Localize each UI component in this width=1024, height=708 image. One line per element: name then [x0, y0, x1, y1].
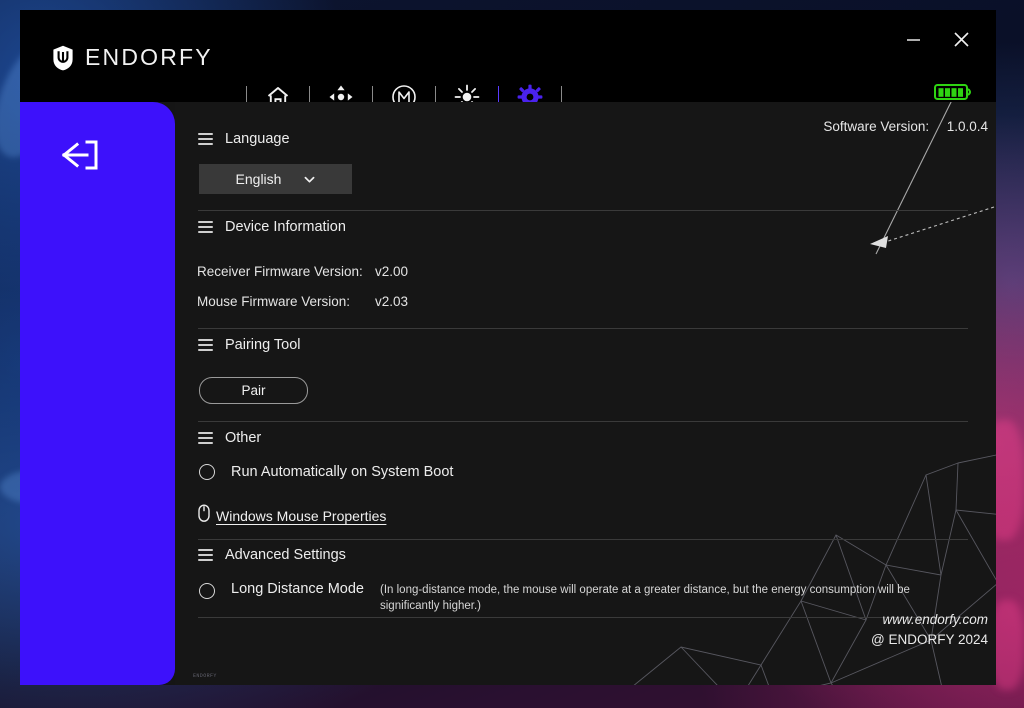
software-version-label: Software Version: — [823, 119, 930, 134]
section-title: Pairing Tool — [225, 337, 301, 353]
minimize-button[interactable] — [894, 22, 932, 56]
mouse-firmware-value: v2.03 — [375, 294, 409, 309]
run-on-boot-radio[interactable] — [199, 464, 215, 480]
menu-lines-icon — [198, 432, 213, 444]
windows-mouse-properties-row[interactable]: Windows Mouse Properties — [197, 504, 386, 528]
divider — [198, 421, 968, 422]
software-version-value: 1.0.0.4 — [946, 119, 988, 134]
menu-lines-icon — [198, 133, 213, 145]
chevron-down-icon — [303, 173, 315, 185]
device-info-row: Receiver Firmware Version: v2.00 — [197, 264, 408, 279]
divider — [198, 328, 968, 329]
close-button[interactable] — [942, 22, 980, 56]
pair-button[interactable]: Pair — [199, 377, 308, 404]
section-title: Other — [225, 430, 262, 446]
endorfy-app-window: ENDORFY Software Version: 1.0.0.4 Langua… — [20, 10, 996, 685]
long-distance-mode-row[interactable]: Long Distance Mode (In long-distance mod… — [199, 580, 910, 614]
website-text: www.endorfy.com — [882, 612, 988, 627]
endorfy-shield-logo-icon — [52, 45, 74, 71]
title-bar: ENDORFY — [20, 10, 996, 110]
section-advanced-settings: Advanced Settings — [198, 547, 346, 563]
divider — [198, 539, 968, 540]
device-info-row: Mouse Firmware Version: v2.03 — [197, 294, 408, 309]
sidebar-panel[interactable] — [20, 102, 175, 685]
long-distance-mode-description: (In long-distance mode, the mouse will o… — [380, 584, 910, 612]
settings-content: Software Version: 1.0.0.4 Language Engli… — [175, 102, 996, 685]
back-arrow-icon[interactable] — [60, 138, 100, 177]
window-controls — [894, 22, 980, 56]
section-title: Language — [225, 131, 290, 147]
section-pairing-tool: Pairing Tool — [198, 337, 301, 353]
language-select[interactable]: English — [199, 164, 352, 194]
software-version: Software Version: 1.0.0.4 — [823, 119, 988, 134]
section-title: Advanced Settings — [225, 547, 346, 563]
long-distance-mode-label: Long Distance Mode — [231, 581, 364, 597]
section-other: Other — [198, 430, 261, 446]
mouse-icon — [197, 504, 211, 528]
brand-name: ENDORFY — [85, 44, 213, 70]
divider — [198, 617, 968, 618]
section-title: Device Information — [225, 219, 346, 235]
section-device-information: Device Information — [198, 219, 346, 235]
language-selected-value: English — [235, 171, 282, 187]
tiny-status-text: ENDORFY — [193, 673, 217, 679]
run-on-boot-label: Run Automatically on System Boot — [231, 464, 454, 480]
copyright-text: @ ENDORFY 2024 — [871, 632, 988, 647]
receiver-firmware-label: Receiver Firmware Version: — [197, 264, 363, 279]
section-language: Language — [198, 131, 290, 147]
receiver-firmware-value: v2.00 — [375, 264, 409, 279]
menu-lines-icon — [198, 339, 213, 351]
menu-lines-icon — [198, 221, 213, 233]
divider — [198, 210, 968, 211]
windows-mouse-properties-link[interactable]: Windows Mouse Properties — [216, 508, 386, 524]
mouse-firmware-label: Mouse Firmware Version: — [197, 294, 351, 309]
run-on-boot-row[interactable]: Run Automatically on System Boot — [199, 464, 453, 480]
footer: www.endorfy.com @ ENDORFY 2024 — [871, 612, 988, 647]
menu-lines-icon — [198, 549, 213, 561]
long-distance-mode-radio[interactable] — [199, 583, 215, 599]
brand: ENDORFY — [52, 44, 213, 71]
